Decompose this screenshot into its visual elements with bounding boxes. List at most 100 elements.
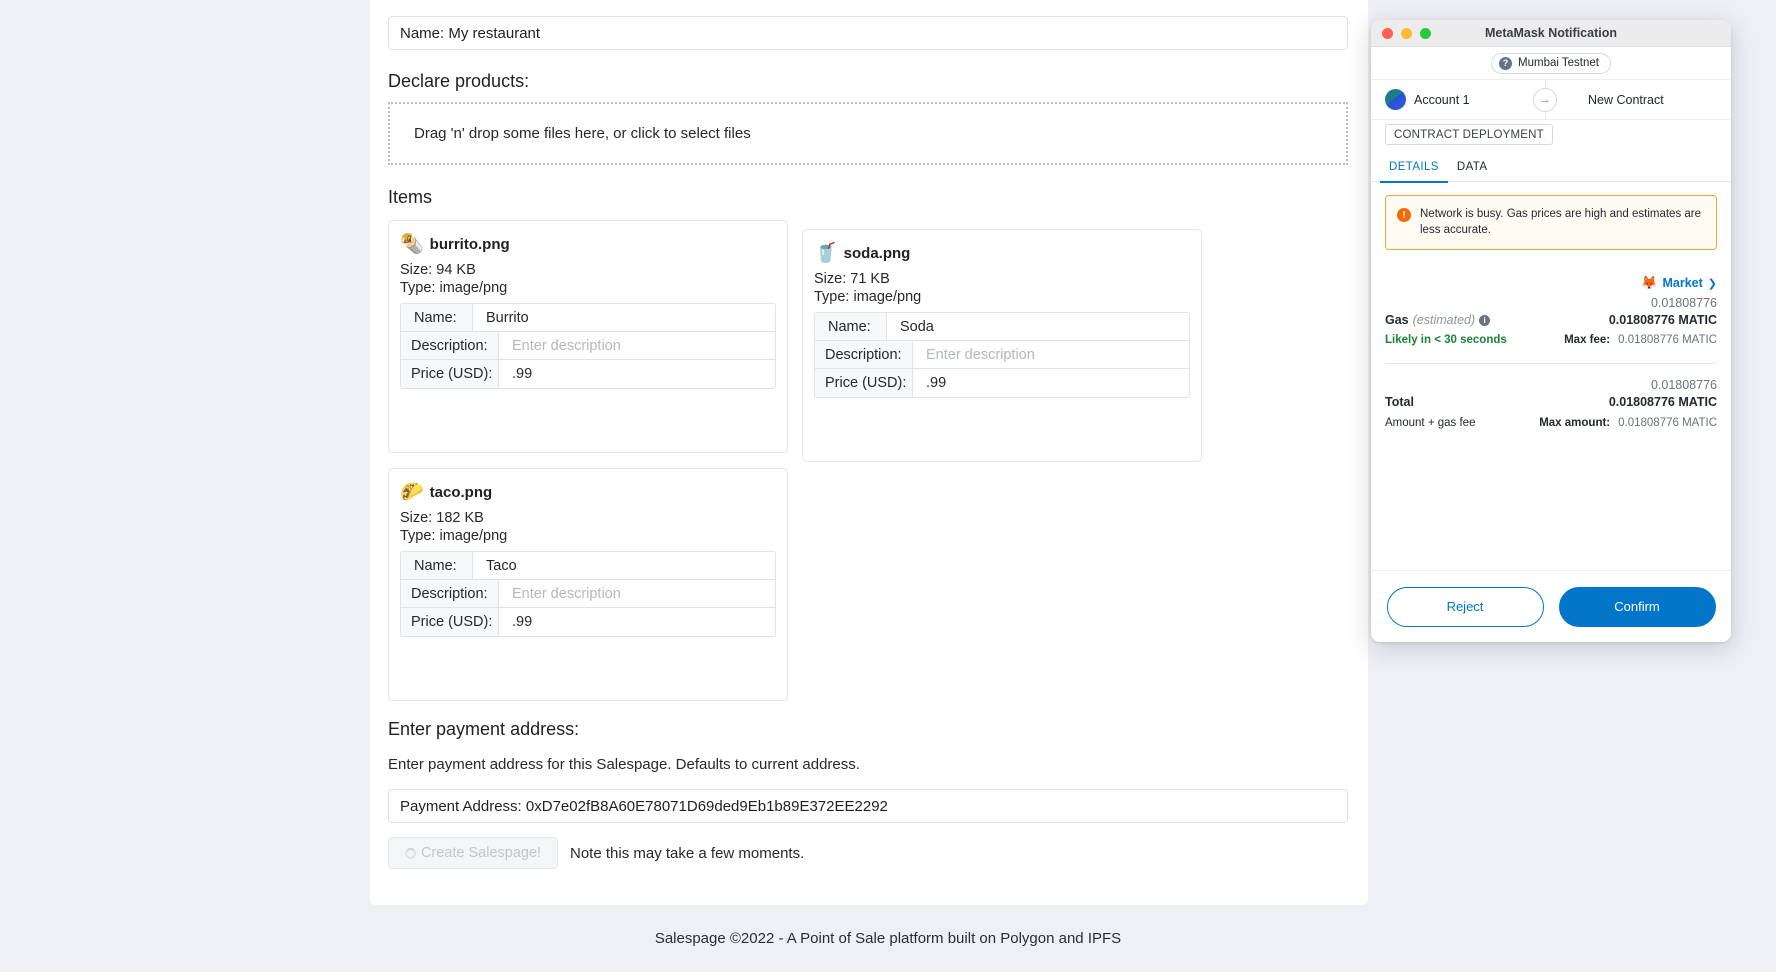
price-label: Price (USD): <box>401 608 499 636</box>
contract-deployment-tag: CONTRACT DEPLOYMENT <box>1385 124 1553 145</box>
field-row-price: Price (USD): .99 <box>815 369 1189 397</box>
description-label: Description: <box>815 341 913 368</box>
price-label: Price (USD): <box>401 360 499 388</box>
file-header: 🌮 taco.png <box>400 479 776 505</box>
main-content-card: Name: My restaurant Declare products: Dr… <box>370 0 1368 905</box>
restaurant-name-input[interactable]: Name: My restaurant <box>388 16 1348 50</box>
item-name-input[interactable]: Burrito <box>473 304 775 331</box>
gas-estimated-text: (estimated) <box>1412 313 1476 328</box>
gas-label-text: Gas <box>1385 313 1409 328</box>
item-name-input[interactable]: Taco <box>473 552 775 579</box>
item-description-input[interactable]: Enter description <box>913 341 1189 368</box>
file-header: 🥤 soda.png <box>814 240 1190 266</box>
chevron-right-icon: ❯ <box>1707 277 1717 290</box>
item-price-input[interactable]: .99 <box>913 369 1189 397</box>
field-row-name: Name: Taco <box>401 552 775 580</box>
file-size: Size: 182 KB <box>400 510 484 526</box>
network-busy-warning: ! Network is busy. Gas prices are high a… <box>1385 195 1717 251</box>
warning-icon: ! <box>1397 208 1411 222</box>
description-label: Description: <box>401 332 499 359</box>
network-selector[interactable]: ? Mumbai Testnet <box>1491 52 1611 74</box>
total-sub-row: Amount + gas fee Max amount: 0.01808776 … <box>1385 417 1717 429</box>
item-card: 🌮 taco.png Size: 182 KB Type: image/png … <box>388 468 788 701</box>
field-row-name: Name: Burrito <box>401 304 775 332</box>
field-row-price: Price (USD): .99 <box>401 608 775 636</box>
create-salespage-label: Create Salespage! <box>420 845 542 861</box>
file-size: Size: 94 KB <box>400 262 476 278</box>
tab-data[interactable]: DATA <box>1448 152 1497 182</box>
taco-icon: 🌮 <box>400 481 424 503</box>
total-block: 0.01808776 Total 0.01808776 MATIC Amount… <box>1385 378 1717 429</box>
item-price-input[interactable]: .99 <box>499 608 775 636</box>
accounts-row: Account 1 → New Contract <box>1371 79 1731 120</box>
action-footer: Reject Confirm <box>1371 570 1731 642</box>
file-size: Size: 71 KB <box>814 271 890 287</box>
total-fiat-amount: 0.01808776 <box>1650 378 1717 393</box>
file-name: soda.png <box>843 244 911 262</box>
sender-account[interactable]: Account 1 <box>1385 89 1533 110</box>
file-header: 🌯 burrito.png <box>400 231 776 257</box>
item-card: 🥤 soda.png Size: 71 KB Type: image/png N… <box>802 229 1202 462</box>
tab-details[interactable]: DETAILS <box>1380 152 1448 183</box>
name-label: Name: <box>401 304 473 331</box>
item-fields: Name: Burrito Description: Enter descrip… <box>400 303 776 389</box>
soda-icon: 🥤 <box>814 242 838 264</box>
payment-address-heading: Enter payment address: <box>388 719 580 739</box>
create-note: Note this may take a few moments. <box>570 844 805 862</box>
declare-products-heading: Declare products: <box>388 71 530 91</box>
payment-address-input[interactable]: Payment Address: 0xD7e02fB8A60E78071D69d… <box>388 789 1348 823</box>
max-amount-group: Max amount: 0.01808776 MATIC <box>1539 417 1717 429</box>
gas-fiat-amount: 0.01808776 <box>1650 296 1717 311</box>
name-label: Name: <box>815 313 887 340</box>
file-type: Type: image/png <box>400 280 508 296</box>
confirm-button[interactable]: Confirm <box>1558 586 1716 627</box>
item-description-input[interactable]: Enter description <box>499 332 775 359</box>
arrow-right-icon: → <box>1533 79 1557 120</box>
file-type: Type: image/png <box>814 289 922 305</box>
max-fee-group: Max fee: 0.01808776 MATIC <box>1564 334 1717 346</box>
field-row-description: Description: Enter description <box>401 580 775 608</box>
section-divider <box>1385 363 1717 365</box>
items-heading: Items <box>388 187 433 207</box>
item-description-input[interactable]: Enter description <box>499 580 775 607</box>
reject-button[interactable]: Reject <box>1386 586 1544 627</box>
recipient-name: New Contract <box>1588 92 1664 107</box>
info-icon[interactable]: i <box>1479 314 1491 326</box>
deployment-tag-row: CONTRACT DEPLOYMENT <box>1371 120 1731 152</box>
field-row-description: Description: Enter description <box>815 341 1189 369</box>
loading-spinner-icon <box>404 847 416 859</box>
gas-label: Gas (estimated) i <box>1385 313 1491 328</box>
total-label: Total <box>1385 395 1414 410</box>
submit-row: Create Salespage! Note this may take a f… <box>388 837 1346 869</box>
window-title: MetaMask Notification <box>1485 26 1617 40</box>
max-amount-label: Max amount: <box>1539 417 1611 430</box>
item-fields: Name: Soda Description: Enter descriptio… <box>814 312 1190 398</box>
total-value: 0.01808776 MATIC <box>1608 395 1717 410</box>
file-name: taco.png <box>429 483 493 501</box>
field-row-name: Name: Soda <box>815 313 1189 341</box>
item-name-input[interactable]: Soda <box>887 313 1189 340</box>
question-mark-icon: ? <box>1499 56 1513 70</box>
item-fields: Name: Taco Description: Enter descriptio… <box>400 551 776 637</box>
detail-tabs: DETAILS DATA <box>1371 152 1731 183</box>
gas-speed-estimate: Likely in < 30 seconds <box>1385 334 1507 347</box>
items-grid: 🌯 burrito.png Size: 94 KB Type: image/pn… <box>388 220 1348 701</box>
market-link[interactable]: 🦊 Market ❯ <box>1385 275 1717 291</box>
item-price-input[interactable]: .99 <box>499 360 775 388</box>
max-amount-value: 0.01808776 MATIC <box>1618 417 1717 430</box>
item-card: 🌯 burrito.png Size: 94 KB Type: image/pn… <box>388 220 788 453</box>
gas-sub-row: Likely in < 30 seconds Max fee: 0.018087… <box>1385 334 1717 346</box>
gas-value: 0.01808776 MATIC <box>1608 313 1717 328</box>
burrito-icon: 🌯 <box>400 233 424 255</box>
network-row: ? Mumbai Testnet <box>1371 47 1731 80</box>
market-label: Market <box>1662 276 1703 291</box>
payment-address-description: Enter payment address for this Salespage… <box>388 756 860 773</box>
price-label: Price (USD): <box>815 369 913 397</box>
fox-icon: 🦊 <box>1641 275 1658 291</box>
network-name: Mumbai Testnet <box>1518 57 1599 69</box>
file-dropzone[interactable]: Drag 'n' drop some files here, or click … <box>388 102 1348 165</box>
create-salespage-button[interactable]: Create Salespage! <box>388 837 558 869</box>
total-line: Total 0.01808776 MATIC <box>1385 395 1717 409</box>
metamask-notification-window: MetaMask Notification ? Mumbai Testnet A… <box>1371 20 1731 642</box>
description-label: Description: <box>401 580 499 607</box>
